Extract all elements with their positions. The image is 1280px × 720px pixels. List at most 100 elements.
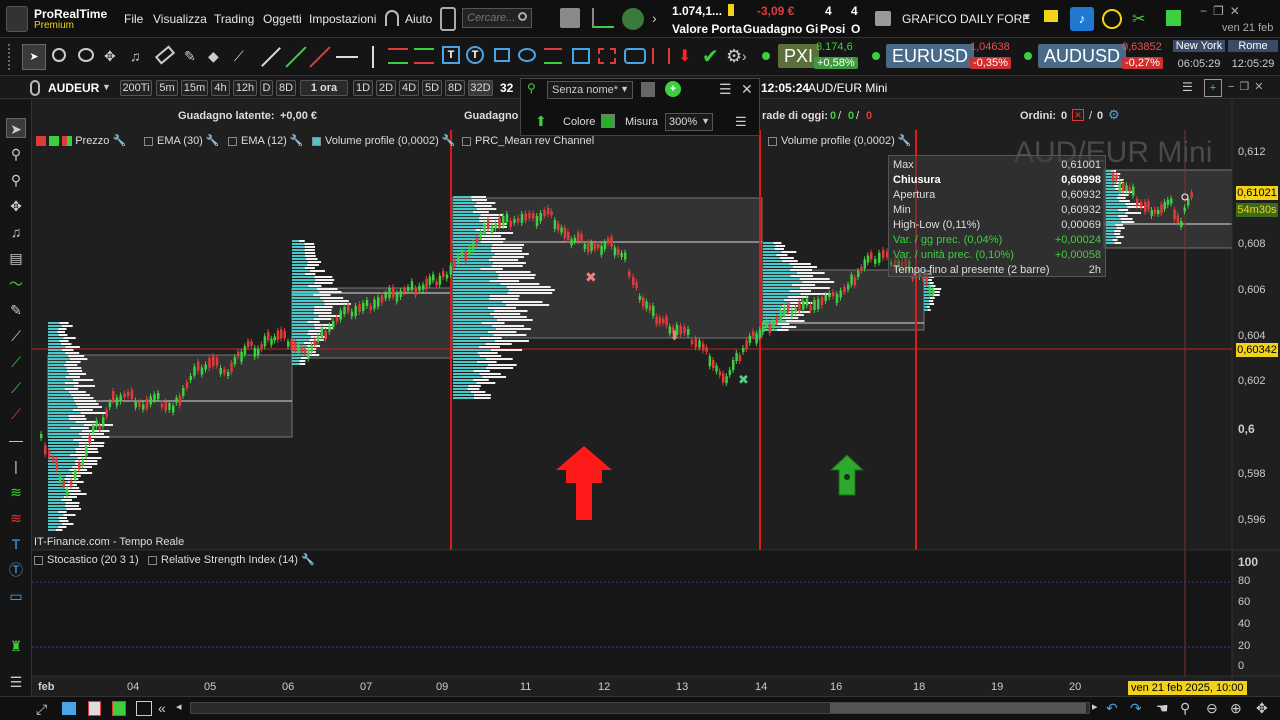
- eraser-icon[interactable]: ◆: [208, 48, 219, 65]
- popup-name-select[interactable]: Senza nome* ▼: [547, 81, 633, 99]
- ellipse-tool-icon[interactable]: [518, 48, 536, 62]
- range-5d-button[interactable]: 5D: [422, 80, 442, 96]
- ticker-audusd[interactable]: AUDUSD: [1038, 44, 1127, 68]
- tf-4h-button[interactable]: 4h: [211, 80, 230, 96]
- zoom-in-icon[interactable]: ⊕: [1230, 700, 1242, 717]
- chevron-down-icon[interactable]: ▼: [1022, 12, 1032, 23]
- alert-icon[interactable]: ♫: [6, 222, 26, 242]
- scrollbar-thumb[interactable]: [830, 703, 1086, 713]
- pencil-icon[interactable]: ✎: [6, 300, 26, 320]
- wrench-icon[interactable]: 🔧: [206, 135, 220, 147]
- tools-icon[interactable]: ✂: [1132, 9, 1152, 29]
- headset-icon[interactable]: [385, 10, 399, 26]
- arrow-down-icon[interactable]: ⬇: [678, 46, 691, 66]
- wrench-icon[interactable]: 🔧: [442, 135, 456, 147]
- pencil-icon[interactable]: ✎: [184, 48, 196, 65]
- account-icon[interactable]: ♜: [6, 636, 26, 656]
- window-title[interactable]: GRAFICO DAILY FORE: [902, 12, 1030, 26]
- wrench-icon[interactable]: 🔧: [290, 135, 304, 147]
- tf-8d-button[interactable]: 8D: [276, 80, 296, 96]
- ticker-pxi[interactable]: PXI: [778, 44, 820, 68]
- rectangle-tool-icon[interactable]: [494, 48, 510, 62]
- zoom-box-icon[interactable]: ⚲: [6, 170, 26, 190]
- double-left-icon[interactable]: «: [158, 700, 166, 716]
- channel-icon[interactable]: ≋: [6, 482, 26, 502]
- vline-icon[interactable]: |: [6, 456, 26, 476]
- stochastic-indicator-tag[interactable]: Stocastico (20 3 1): [34, 552, 139, 569]
- chevron-down-icon[interactable]: ▼: [620, 84, 629, 94]
- add-icon[interactable]: [49, 136, 60, 147]
- menu-file[interactable]: File: [124, 12, 143, 26]
- window-controls[interactable]: −❐✕: [1200, 4, 1246, 18]
- range-8d-button[interactable]: 8D: [445, 80, 465, 96]
- zoom-box-icon[interactable]: [78, 48, 94, 62]
- table-icon[interactable]: [136, 701, 152, 716]
- text-bubble-icon[interactable]: T: [466, 46, 484, 64]
- text-tool-icon[interactable]: T: [442, 46, 460, 64]
- range-extra[interactable]: 32: [500, 81, 513, 95]
- chart-window-controls[interactable]: −❐✕: [1228, 80, 1269, 93]
- tf-5m-button[interactable]: 5m: [156, 80, 178, 96]
- range-4d-button[interactable]: 4D: [399, 80, 419, 96]
- ema12-indicator-tag[interactable]: EMA (12) 🔧: [228, 133, 304, 150]
- hline-icon[interactable]: [336, 56, 358, 58]
- ema30-indicator-tag[interactable]: EMA (30) 🔧: [144, 133, 220, 150]
- globe-icon[interactable]: [622, 8, 644, 30]
- text-bubble-icon[interactable]: Ⓣ: [6, 560, 26, 580]
- rsi-indicator-tag[interactable]: Relative Strength Index (14) 🔧: [148, 552, 315, 569]
- line-white-icon[interactable]: [261, 47, 281, 67]
- zoom-tool-icon[interactable]: ⚲: [6, 144, 26, 164]
- chevron-right-icon[interactable]: ›: [652, 10, 657, 26]
- checkbox-icon[interactable]: [144, 136, 153, 146]
- range-1d-button[interactable]: 1D: [353, 80, 373, 96]
- check-icon[interactable]: ✔: [702, 44, 719, 69]
- checkbox-icon[interactable]: [462, 136, 471, 146]
- settings-icon[interactable]: ⚙: [726, 46, 742, 67]
- close-icon[interactable]: [36, 136, 46, 147]
- chevron-right-icon[interactable]: ›: [742, 48, 747, 64]
- pointer-tool-icon[interactable]: ➤: [6, 118, 26, 138]
- zoom-out-icon[interactable]: ⊖: [1206, 700, 1218, 717]
- square-icon[interactable]: [1166, 10, 1181, 26]
- magic-icon[interactable]: ✥: [6, 196, 26, 216]
- checkbox-icon[interactable]: [228, 136, 237, 146]
- close-icon[interactable]: ✕: [741, 81, 753, 98]
- flag-icon[interactable]: [1044, 10, 1058, 22]
- chevron-down-icon[interactable]: ▼: [701, 116, 710, 126]
- rectangle-tool-icon[interactable]: ▭: [6, 586, 26, 606]
- tf-12h-button[interactable]: 12h: [233, 80, 257, 96]
- chevron-down-icon[interactable]: ▼: [102, 82, 111, 92]
- menu-oggetti[interactable]: Oggetti: [263, 12, 302, 26]
- checkbox-icon[interactable]: [34, 555, 43, 565]
- cycle-icon[interactable]: [624, 48, 646, 64]
- volume-profile2-tag[interactable]: Volume profile (0,0002) 🔧: [768, 133, 912, 150]
- ticker-eurusd[interactable]: EURUSD: [886, 44, 975, 68]
- units-button[interactable]: 200Ti: [120, 80, 152, 96]
- wrench-icon[interactable]: 🔧: [898, 135, 912, 147]
- search-icon[interactable]: [518, 12, 527, 21]
- chart-icon[interactable]: [592, 8, 614, 28]
- orders-close-icon[interactable]: ✕: [1072, 109, 1084, 121]
- sun-icon[interactable]: [1102, 9, 1122, 29]
- hline-icon[interactable]: —: [6, 430, 26, 450]
- save-icon[interactable]: [641, 82, 655, 97]
- wrench-icon[interactable]: 🔧: [113, 135, 127, 147]
- grid-icon[interactable]: [112, 701, 126, 716]
- menu-visualizza[interactable]: Visualizza: [153, 12, 207, 26]
- window-icon[interactable]: [875, 11, 891, 26]
- checkbox-icon[interactable]: [148, 555, 157, 565]
- range-32d-button[interactable]: 32D: [468, 80, 493, 96]
- tf-d-button[interactable]: D: [260, 80, 273, 96]
- scroll-left-icon[interactable]: ◂: [176, 700, 182, 713]
- report-icon[interactable]: [560, 8, 580, 28]
- window-icon[interactable]: [62, 702, 76, 715]
- zoom-tool-icon[interactable]: ⚲: [1180, 700, 1190, 717]
- checkbox-icon[interactable]: [312, 136, 321, 146]
- magic-icon[interactable]: ✥: [1256, 700, 1268, 717]
- hand-icon[interactable]: ☚: [1156, 700, 1169, 717]
- segment-icon[interactable]: ⟋: [6, 326, 26, 346]
- range-2d-button[interactable]: 2D: [376, 80, 396, 96]
- orders-settings-icon[interactable]: ⚙: [1108, 107, 1120, 123]
- gann-icon[interactable]: [572, 48, 590, 64]
- volume-profile-tag[interactable]: Volume profile (0,0002) 🔧: [312, 133, 456, 150]
